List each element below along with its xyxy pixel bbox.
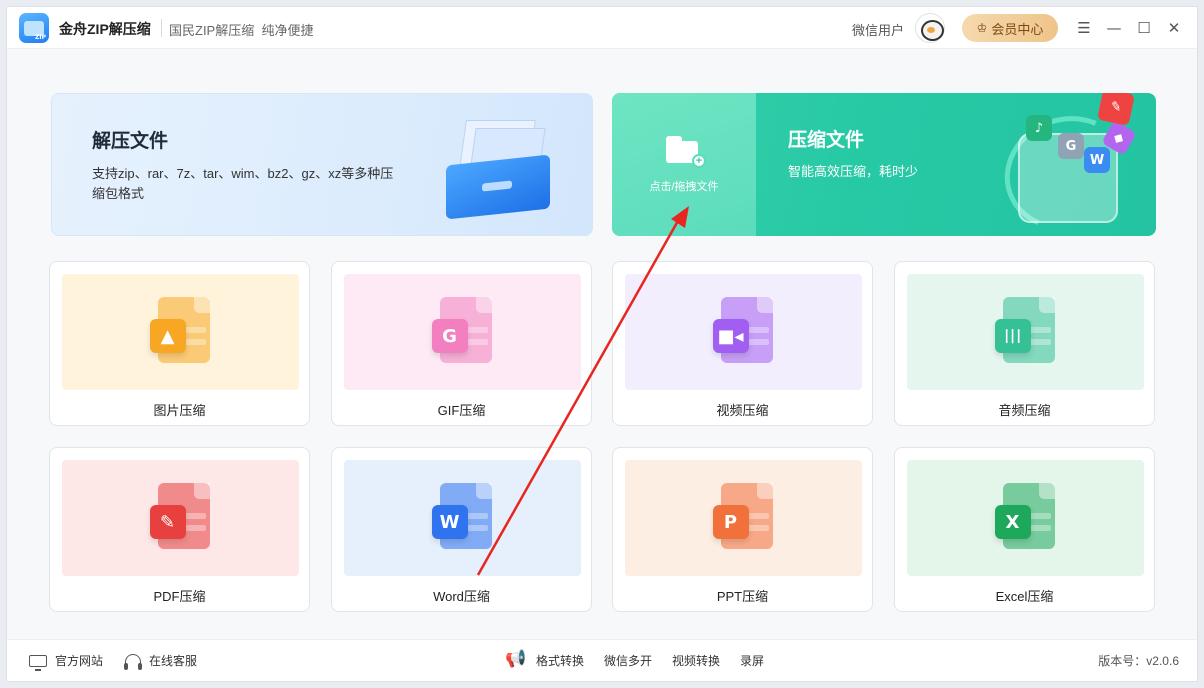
tool-label: 音频压缩: [998, 403, 1051, 418]
gif-icon: G: [431, 297, 492, 363]
footer-link-wechat-multi[interactable]: 微信多开: [604, 652, 652, 669]
tool-label: Excel压缩: [995, 589, 1054, 604]
footer-link-format-convert[interactable]: 格式转换: [536, 652, 584, 669]
menu-icon[interactable]: ☰: [1073, 17, 1095, 39]
tool-card-pdf[interactable]: ✎ PDF压缩: [49, 447, 310, 612]
app-logo-icon: [19, 13, 49, 43]
audio-icon: ∣|∣: [994, 297, 1055, 363]
drop-label: 点击/拖拽文件: [649, 180, 719, 193]
decompress-title: 解压文件: [92, 131, 169, 152]
tool-label: 图片压缩: [153, 403, 206, 418]
tool-label: PDF压缩: [153, 589, 206, 604]
excel-icon: X: [994, 483, 1055, 549]
official-website-label: 官方网站: [55, 654, 104, 668]
minimize-icon[interactable]: —: [1103, 17, 1125, 39]
title-bar: 金舟ZIP解压缩 国民ZIP解压缩 纯净便捷 微信用户 ♔ 会员中心 ☰ — ☐…: [7, 7, 1197, 49]
footer-bar: 官方网站 在线客服 📢 格式转换 微信多开 视频转换 录屏 版本号：v2.0.6: [7, 639, 1197, 681]
ppt-icon: P: [712, 483, 773, 549]
drop-zone[interactable]: + 点击/拖拽文件: [612, 93, 756, 236]
decompress-desc: 支持zip、rar、7z、tar、wim、bz2、gz、xz等多种压缩包格式: [92, 166, 394, 201]
app-slogan: 国民ZIP解压缩 纯净便捷: [169, 23, 314, 38]
megaphone-icon: 📢: [505, 649, 527, 669]
compress-banner: + 点击/拖拽文件 压缩文件 智能高效压缩，耗时少 ♪ G W ◆ ✎: [612, 93, 1156, 236]
vip-center-button[interactable]: ♔ 会员中心: [962, 14, 1058, 42]
crown-icon: ♔: [976, 21, 988, 35]
tool-card-video[interactable]: ■◂ 视频压缩: [612, 261, 873, 426]
maximize-icon[interactable]: ☐: [1133, 17, 1155, 39]
video-icon: ■◂: [712, 297, 773, 363]
pdf-icon: ✎: [149, 483, 210, 549]
tool-label: 视频压缩: [716, 403, 769, 418]
footer-link-video-convert[interactable]: 视频转换: [672, 652, 720, 669]
file-cabinet-icon: [442, 116, 554, 220]
online-support-link[interactable]: 在线客服: [124, 652, 198, 670]
close-icon[interactable]: ✕: [1163, 17, 1185, 39]
version-label: 版本号：v2.0.6: [1098, 654, 1179, 668]
footer-link-screen-record[interactable]: 录屏: [740, 652, 764, 669]
tool-card-excel[interactable]: X Excel压缩: [894, 447, 1155, 612]
compress-illustration-icon: ♪ G W ◆ ✎: [988, 93, 1156, 236]
tool-card-audio[interactable]: ∣|∣ 音频压缩: [894, 261, 1155, 426]
compress-desc: 智能高效压缩，耗时少: [788, 164, 919, 179]
tool-card-image[interactable]: ▲ 图片压缩: [49, 261, 310, 426]
online-support-label: 在线客服: [149, 654, 198, 668]
tool-label: PPT压缩: [716, 589, 769, 604]
vip-center-label: 会员中心: [991, 21, 1044, 37]
compress-title: 压缩文件: [788, 130, 865, 151]
headset-icon: [124, 653, 142, 670]
tool-label: Word压缩: [433, 589, 490, 604]
app-window: 金舟ZIP解压缩 国民ZIP解压缩 纯净便捷 微信用户 ♔ 会员中心 ☰ — ☐…: [6, 6, 1198, 682]
tool-card-ppt[interactable]: P PPT压缩: [612, 447, 873, 612]
decompress-banner[interactable]: 解压文件 支持zip、rar、7z、tar、wim、bz2、gz、xz等多种压缩…: [51, 93, 593, 236]
app-name: 金舟ZIP解压缩: [59, 21, 151, 37]
title-divider: [161, 19, 162, 37]
image-icon: ▲: [149, 297, 210, 363]
tool-card-word[interactable]: W Word压缩: [331, 447, 592, 612]
tool-label: GIF压缩: [437, 403, 486, 418]
monitor-icon: [29, 654, 47, 671]
add-folder-icon: +: [666, 135, 706, 168]
avatar[interactable]: [915, 13, 945, 43]
user-name[interactable]: 微信用户: [852, 20, 904, 39]
official-website-link[interactable]: 官方网站: [29, 652, 104, 671]
tool-card-gif[interactable]: G GIF压缩: [331, 261, 592, 426]
word-icon: W: [431, 483, 492, 549]
